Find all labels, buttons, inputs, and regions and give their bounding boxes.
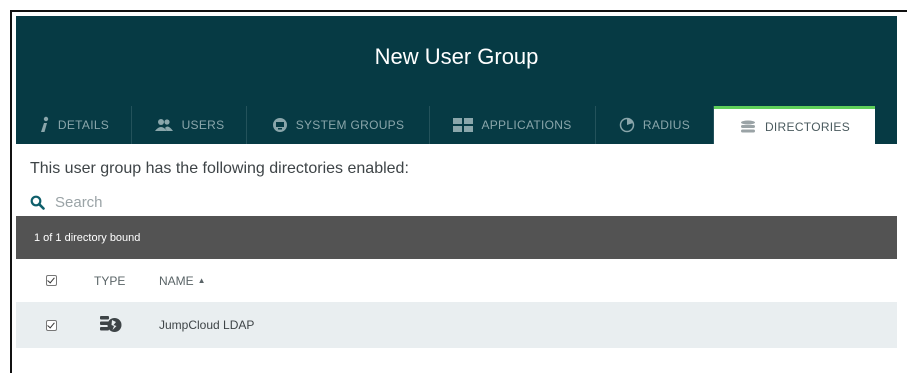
sort-ascending-icon: ▲	[197, 275, 206, 285]
tab-label: DIRECTORIES	[764, 119, 851, 134]
jumpcloud-ldap-icon	[100, 314, 122, 337]
bound-status-bar: 1 of 1 directory bound	[16, 216, 897, 259]
tab-label: RADIUS	[642, 118, 691, 132]
tab-label: APPLICATIONS	[481, 118, 572, 132]
tab-label: DETAILS	[57, 118, 110, 132]
row-checkbox[interactable]	[46, 319, 57, 331]
tab-details[interactable]: DETAILS	[16, 106, 132, 144]
database-icon	[739, 120, 757, 134]
column-name-label: NAME	[159, 273, 194, 288]
info-icon	[38, 116, 50, 134]
bound-status-text: 1 of 1 directory bound	[34, 231, 141, 244]
table-header: TYPE NAME ▲	[16, 259, 897, 302]
tab-bar: DETAILS USERS SYSTEM GROUPS APPLICATIONS…	[16, 106, 897, 144]
applications-icon	[453, 118, 474, 132]
radius-icon	[619, 117, 635, 133]
search-field[interactable]: Search	[30, 190, 103, 214]
tab-radius[interactable]: RADIUS	[596, 106, 714, 144]
intro-text: This user group has the following direct…	[30, 160, 409, 177]
users-icon	[154, 118, 174, 132]
column-name-header[interactable]: NAME ▲	[159, 274, 206, 288]
tab-label: SYSTEM GROUPS	[295, 118, 405, 132]
search-placeholder: Search	[55, 193, 103, 211]
modal-header: New User Group	[16, 16, 897, 106]
modal-title: New User Group	[374, 44, 539, 69]
tab-label: USERS	[181, 118, 225, 132]
column-type-header: TYPE	[94, 273, 126, 288]
system-groups-icon	[272, 117, 288, 133]
table-row[interactable]: JumpCloud LDAP	[16, 302, 897, 348]
tab-applications[interactable]: APPLICATIONS	[430, 106, 596, 144]
select-all-checkbox[interactable]	[46, 275, 57, 286]
tab-directories[interactable]: DIRECTORIES	[714, 106, 875, 144]
tab-users[interactable]: USERS	[132, 106, 247, 144]
search-icon	[30, 195, 45, 210]
tab-system-groups[interactable]: SYSTEM GROUPS	[247, 106, 430, 144]
directory-name: JumpCloud LDAP	[159, 318, 255, 332]
